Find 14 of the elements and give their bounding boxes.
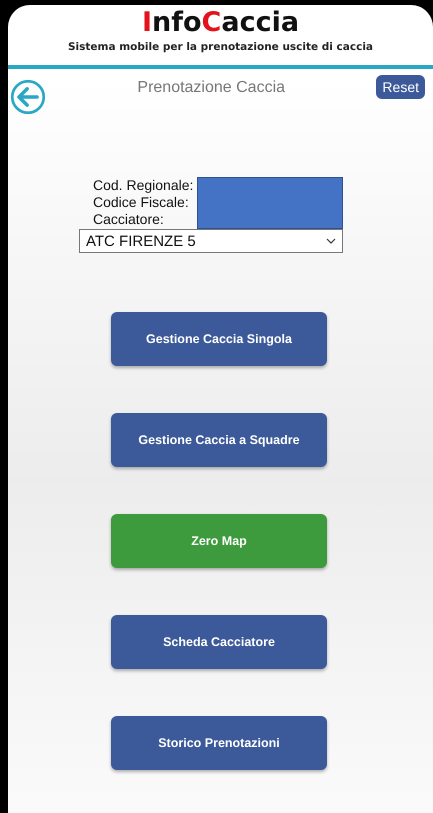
menu-button[interactable]: Gestione Caccia a Squadre (111, 413, 327, 467)
app-subtitle: Sistema mobile per la prenotazione uscite di caccia (66, 41, 374, 53)
menu-button[interactable]: Zero Map (111, 514, 327, 568)
chevron-down-icon (326, 238, 336, 244)
atc-select[interactable]: ATC FIRENZE 5 (79, 229, 343, 253)
field-label: Cacciatore: (93, 211, 165, 228)
menu-button[interactable]: Gestione Caccia Singola (111, 312, 327, 366)
field-label: Codice Fiscale: (93, 194, 190, 211)
menu-button[interactable]: Scheda Cacciatore (111, 615, 327, 669)
reset-button[interactable]: Reset (376, 75, 425, 99)
app-logo: InfoCaccia (142, 7, 300, 39)
page-title: Prenotazione Caccia (136, 79, 286, 97)
menu-button[interactable]: Storico Prenotazioni (111, 716, 327, 770)
field-label: Cod. Regionale: (93, 177, 194, 194)
